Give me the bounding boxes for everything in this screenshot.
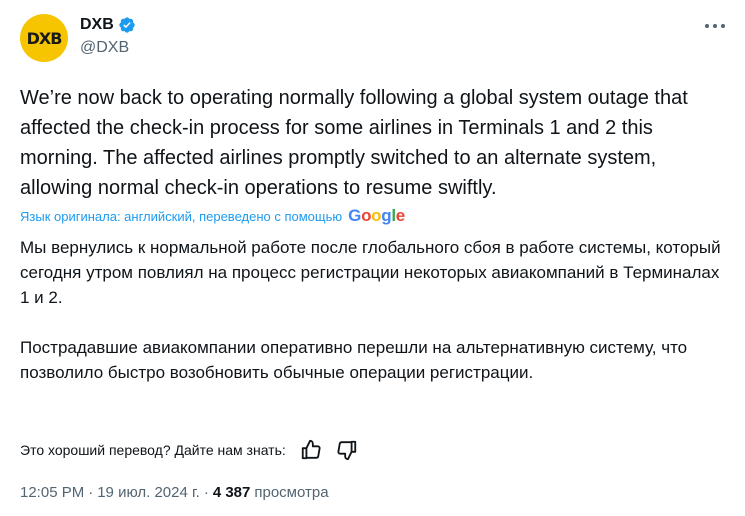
avatar-logo-text: DXB (26, 28, 63, 48)
thumbs-down-icon[interactable] (336, 439, 358, 461)
feedback-question: Это хороший перевод? Дайте нам знать: (20, 442, 286, 458)
tweet-text: We’re now back to operating normally fol… (20, 87, 688, 199)
thumbs-up-icon[interactable] (300, 439, 322, 461)
translation-attribution[interactable]: Язык оригинала: английский, переведено с… (20, 206, 405, 226)
verified-badge-icon (119, 17, 135, 33)
translation-attribution-label: Язык оригинала: английский, переведено с… (20, 208, 343, 224)
views-label: просмотра (254, 484, 329, 501)
more-dot (721, 24, 725, 28)
avatar[interactable]: DXB (20, 14, 68, 62)
more-options-icon[interactable] (705, 16, 725, 36)
translated-text: Мы вернулись к нормальной работе после г… (20, 235, 725, 410)
more-dot (713, 24, 717, 28)
author-name[interactable]: DXB (80, 16, 114, 34)
more-dot (705, 24, 709, 28)
google-logo: Google (348, 206, 405, 225)
translated-paragraph: Пострадавшие авиакомпании оперативно пер… (20, 338, 688, 382)
author-handle[interactable]: @DXB (80, 39, 136, 57)
translation-feedback: Это хороший перевод? Дайте нам знать: (20, 439, 358, 461)
translated-paragraph: Мы вернулись к нормальной работе после г… (20, 238, 721, 307)
author-block: DXB @DXB (80, 14, 136, 57)
author-name-row: DXB (80, 14, 136, 36)
meta-separator: · (88, 484, 94, 501)
tweet-time[interactable]: 12:05 PM (20, 484, 84, 501)
tweet-date[interactable]: 19 июл. 2024 г. (97, 484, 200, 501)
views-count: 4 387 (212, 484, 251, 501)
meta-separator: · (203, 484, 209, 501)
tweet-meta: 12:05 PM · 19 июл. 2024 г. · 4 387 просм… (20, 484, 329, 501)
